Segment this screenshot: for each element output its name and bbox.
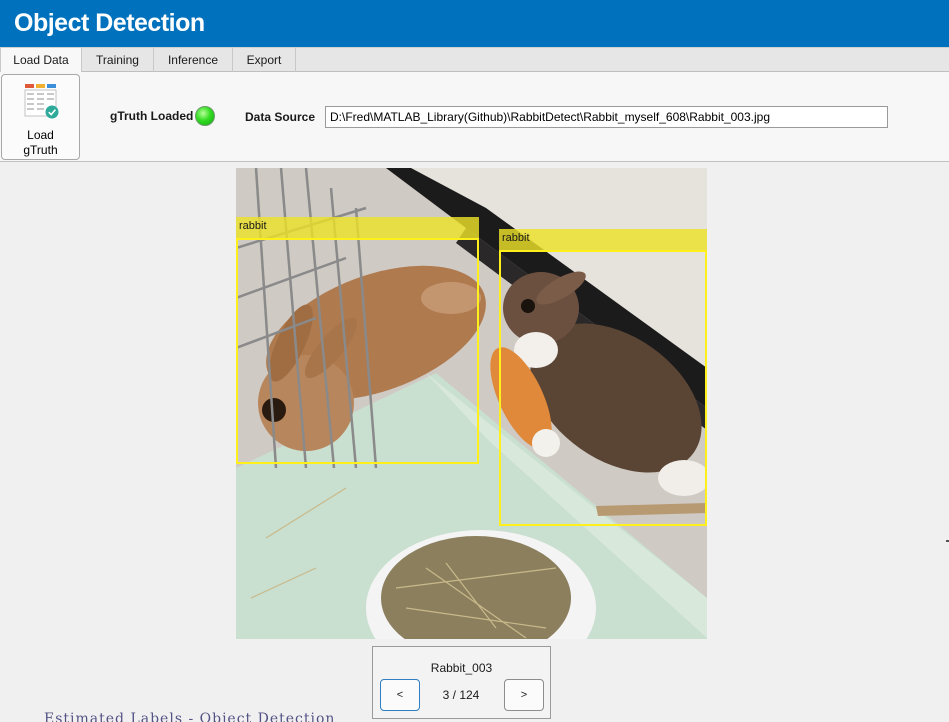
load-label-line2: gTruth [23,143,58,157]
load-gtruth-button[interactable]: Load gTruth [1,74,80,160]
table-check-icon [24,84,59,119]
detection-label-tag: rabbit [236,217,479,238]
detection-box [236,238,479,464]
next-image-button[interactable]: > [504,679,544,711]
load-label-line1: Load [27,128,54,142]
tab-bar: Load Data Training Inference Export [0,47,949,72]
gtruth-status-lamp [195,106,215,126]
tab-training[interactable]: Training [82,48,154,72]
app-title: Object Detection [14,9,205,37]
load-gtruth-label: Load gTruth [2,128,79,158]
detection-label-tag: rabbit [499,229,707,250]
tab-load-data[interactable]: Load Data [0,48,82,72]
toolbar: Load gTruth gTruth Loaded Data Source D:… [0,72,949,162]
image-name: Rabbit_003 [430,661,493,675]
background-window-text: Estimated Labels - Object Detection [44,711,336,722]
title-bar: Object Detection [0,0,949,47]
image-viewer: rabbit rabbit [236,168,707,639]
gtruth-loaded-label: gTruth Loaded [110,109,194,123]
previous-image-button[interactable]: < [380,679,420,711]
image-counter: 3 / 124 [442,688,480,702]
image-navigator: Rabbit_003 < 3 / 124 > [372,646,551,719]
tab-export[interactable]: Export [233,48,296,72]
data-source-label: Data Source [245,110,316,124]
app-window: Object Detection Load Data Training Infe… [0,0,949,722]
tab-inference[interactable]: Inference [154,48,233,72]
detection-box [499,250,707,526]
data-source-field[interactable]: D:\Fred\MATLAB_Library(Github)\RabbitDet… [325,106,888,128]
